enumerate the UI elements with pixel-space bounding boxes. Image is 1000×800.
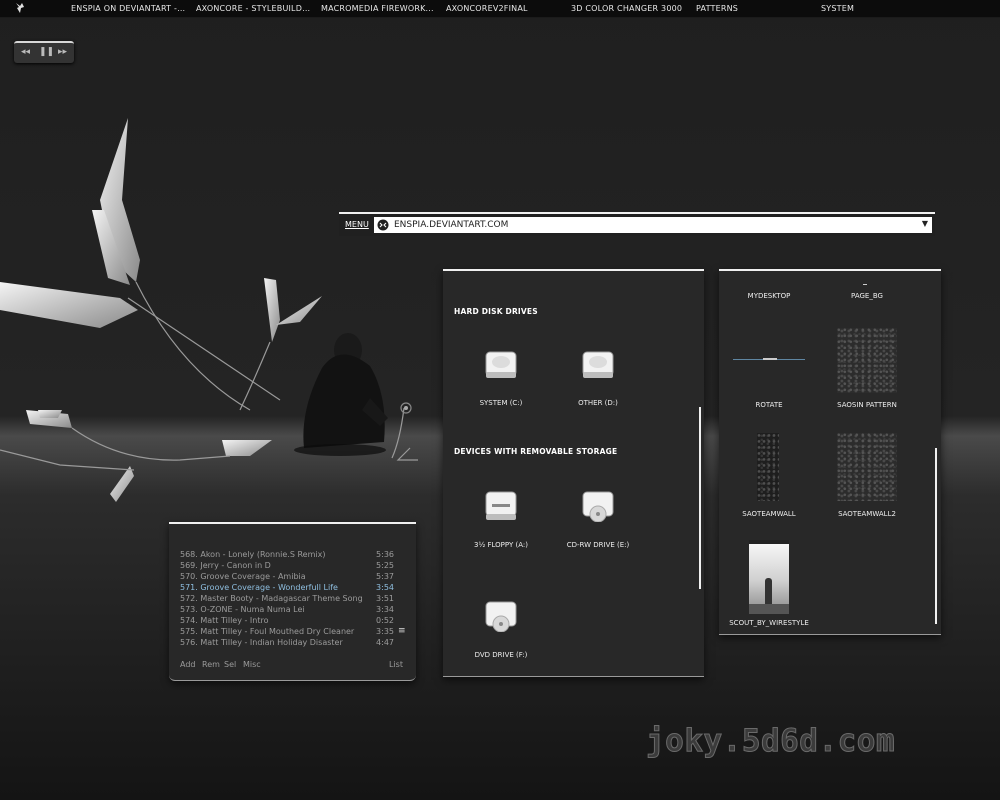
track-title: 571. Groove Coverage - Wonderfull Life xyxy=(180,583,338,592)
drive-label: CD-RW DRIVE (E:) xyxy=(566,541,630,549)
add-button[interactable]: Add xyxy=(180,660,196,669)
taskbar-item[interactable]: SYSTEM xyxy=(821,4,854,13)
taskbar-item[interactable]: AXONCOREV2FINAL xyxy=(446,4,528,13)
removable-section-title: DEVICES WITH REMOVABLE STORAGE xyxy=(454,447,618,456)
start-logo-icon[interactable] xyxy=(14,2,26,14)
file-label[interactable]: PAGE_BG xyxy=(817,292,917,300)
track-title: 568. Akon - Lonely (Ronnie.S Remix) xyxy=(180,550,326,559)
pictures-folder-panel: MYDESKTOP PAGE_BG ROTATE SAOSIN PATTERN … xyxy=(719,269,941,635)
track-duration: 3:35 xyxy=(376,627,394,636)
misc-button[interactable]: Misc xyxy=(243,660,261,669)
optical-drive-icon xyxy=(485,601,517,632)
track-duration: 5:36 xyxy=(376,550,394,559)
rewind-icon[interactable]: ◂◂ xyxy=(21,47,30,57)
drive-item-system-c[interactable]: SYSTEM (C:) xyxy=(446,350,556,407)
taskbar-item[interactable]: PATTERNS xyxy=(696,4,738,13)
optical-drive-icon xyxy=(582,491,614,522)
wallpaper-branch-artwork xyxy=(0,118,418,502)
track-duration: 3:34 xyxy=(376,605,394,614)
drive-label: DVD DRIVE (F:) xyxy=(474,651,528,659)
separator-dot xyxy=(863,284,867,285)
list-scroll-icon[interactable]: ≡ xyxy=(398,626,406,636)
drive-item-floppy-a[interactable]: 3½ FLOPPY (A:) xyxy=(446,490,556,549)
media-player-controls: ◂◂ ❚❚ ▸▸ xyxy=(14,41,74,63)
hooded-figure xyxy=(294,333,388,456)
taskbar-item[interactable]: ENSPIA ON DEVIANTART -... xyxy=(71,4,185,13)
file-label[interactable]: SCOUT_BY_WIRESTYLE xyxy=(719,619,819,627)
drive-item-cdrw-e[interactable]: CD-RW DRIVE (E:) xyxy=(543,490,653,549)
track-title: 574. Matt Tilley - Intro xyxy=(180,616,269,625)
track-title: 573. O-ZONE - Numa Numa Lei xyxy=(180,605,305,614)
taskbar: ENSPIA ON DEVIANTART -... AXONCORE - STY… xyxy=(0,0,1000,18)
watermark-text: joky.5d6d.com xyxy=(645,723,896,760)
track-title: 575. Matt Tilley - Foul Mouthed Dry Clea… xyxy=(180,627,355,636)
menu-button[interactable]: MENU xyxy=(345,220,369,229)
track-duration: 3:54 xyxy=(376,583,394,592)
track-duration: 0:52 xyxy=(376,616,394,625)
drive-label: OTHER (D:) xyxy=(578,399,618,407)
drive-label: 3½ FLOPPY (A:) xyxy=(474,541,528,549)
taskbar-item[interactable]: MACROMEDIA FIREWORK... xyxy=(321,4,434,13)
file-label[interactable]: SAOTEAMWALL xyxy=(719,510,819,518)
thumbnail-saoteamwall2[interactable] xyxy=(837,433,897,501)
remove-button[interactable]: Rem xyxy=(202,660,220,669)
thumbnail-rotate[interactable] xyxy=(733,356,805,362)
track-duration: 5:25 xyxy=(376,561,394,570)
hard-drive-icon xyxy=(485,351,517,378)
taskbar-item[interactable]: 3D COLOR CHANGER 3000 xyxy=(571,4,682,13)
chevron-down-icon[interactable]: ▼ xyxy=(922,219,928,228)
taskbar-item[interactable]: AXONCORE - STYLEBUILD... xyxy=(196,4,310,13)
drive-item-other-d[interactable]: OTHER (D:) xyxy=(543,350,653,407)
file-label[interactable]: MYDESKTOP xyxy=(719,292,819,300)
hard-disk-section-title: HARD DISK DRIVES xyxy=(454,307,538,316)
track-duration: 5:37 xyxy=(376,572,394,581)
deviantart-favicon-icon xyxy=(377,219,389,231)
track-title: 570. Groove Coverage - Amibia xyxy=(180,572,306,581)
address-field[interactable]: ENSPIA.DEVIANTART.COM ▼ xyxy=(374,217,932,233)
playlist-panel: 568. Akon - Lonely (Ronnie.S Remix) 5:36 5… xyxy=(169,522,416,681)
drive-item-dvd-f[interactable]: DVD DRIVE (F:) xyxy=(446,600,556,659)
drive-label: SYSTEM (C:) xyxy=(479,399,523,407)
file-label[interactable]: SAOSIN PATTERN xyxy=(817,401,917,409)
scrollbar[interactable] xyxy=(699,407,701,589)
pause-icon[interactable]: ❚❚ xyxy=(39,47,54,57)
hard-drive-icon xyxy=(582,351,614,378)
file-label[interactable]: SAOTEAMWALL2 xyxy=(817,510,917,518)
select-button[interactable]: Sel xyxy=(224,660,236,669)
list-button[interactable]: List xyxy=(389,660,403,669)
scrollbar[interactable] xyxy=(935,448,937,624)
file-label[interactable]: ROTATE xyxy=(719,401,819,409)
thumbnail-scout-by-wirestyle[interactable] xyxy=(749,540,789,614)
track-title: 576. Matt Tilley - Indian Holiday Disast… xyxy=(180,638,343,647)
track-duration: 3:51 xyxy=(376,594,394,603)
thumbnail-saosin-pattern[interactable] xyxy=(837,328,897,393)
track-title: 569. Jerry - Canon in D xyxy=(180,561,271,570)
browser-address-bar: MENU ENSPIA.DEVIANTART.COM ▼ xyxy=(339,212,935,236)
address-text: ENSPIA.DEVIANTART.COM xyxy=(394,220,509,230)
thumbnail-saoteamwall[interactable] xyxy=(757,433,779,501)
track-duration: 4:47 xyxy=(376,638,394,647)
fast-forward-icon[interactable]: ▸▸ xyxy=(58,47,67,57)
floppy-drive-icon xyxy=(485,491,517,520)
my-computer-panel: HARD DISK DRIVES SYSTEM (C:) OTHER (D:) … xyxy=(443,269,704,677)
track-title: 572. Master Booty - Madagascar Theme Son… xyxy=(180,594,363,603)
